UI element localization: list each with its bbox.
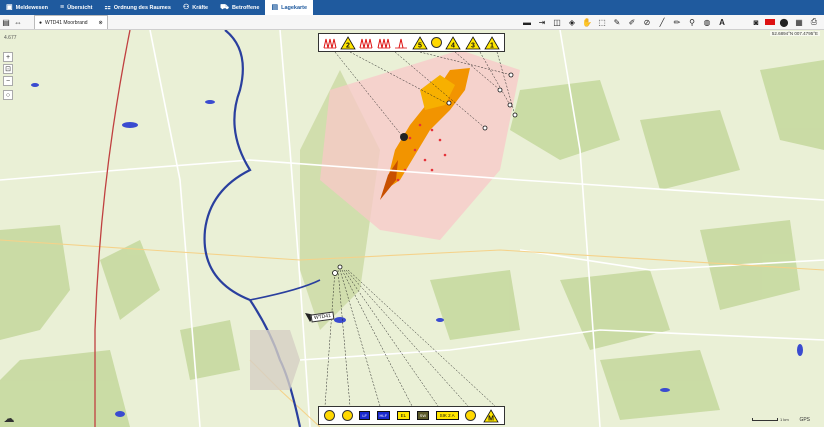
weather-icon[interactable]: ☁ (2, 411, 16, 425)
hand-icon[interactable]: ✋ (581, 16, 593, 28)
unit-symbol-label: HLF (376, 411, 391, 420)
draw-line-icon[interactable]: ✎ (611, 16, 623, 28)
svg-text:5: 5 (418, 42, 422, 49)
nav-tab-label: Lagekarte (281, 4, 308, 11)
fire-symbol-icon[interactable] (359, 37, 373, 49)
nav-tab-betroffene[interactable]: ⛟ Betroffene (214, 0, 265, 15)
fire-symbol-icon[interactable] (323, 37, 337, 49)
unit-circle-symbol[interactable] (431, 37, 443, 48)
warning-triangle-symbol[interactable]: 1 (484, 35, 500, 50)
map-tab[interactable]: ● WTD41 Moorbrand ⊗ (34, 15, 108, 29)
measure-icon[interactable]: ⇔ (12, 16, 24, 28)
pin-icon[interactable]: ⚲ (686, 16, 698, 28)
svg-text:3: 3 (471, 42, 475, 49)
user-icon: ● (39, 19, 43, 26)
coordinate-readout: 52.6894°N 007.4795°E (769, 31, 820, 36)
gps-status[interactable]: GPS (799, 417, 810, 423)
unit-yellow-symbol[interactable]: SIK 2 A (435, 411, 459, 420)
grid-icon[interactable]: ▦ (793, 16, 805, 28)
top-navigation: ▣ Meldewesen ≡ Übersicht ⚏ Ordnung des Raumes… (0, 0, 824, 15)
layers-icon[interactable]: ◈ (566, 16, 578, 28)
zoom-out-button[interactable]: − (3, 76, 13, 86)
list-icon: ≡ (60, 4, 65, 11)
nav-tab-meldewesen[interactable]: ▣ Meldewesen (0, 0, 54, 15)
unit-symbol-label: LF (359, 411, 370, 420)
people-icon: ⚇ (182, 4, 190, 11)
pencil-icon[interactable]: ✏ (671, 16, 683, 28)
unit-symbol-label: SW (416, 411, 430, 420)
nav-tab-label: Kräfte (192, 4, 209, 11)
unit-circle-symbol[interactable] (341, 410, 353, 421)
unit-olive-symbol[interactable]: SW (416, 411, 430, 420)
bottom-tactical-symbol-bar: LF HLF EL SW SIK 2 A M (318, 406, 505, 425)
warning-triangle-symbol[interactable]: M (483, 408, 499, 423)
nav-tab-ordnung-des-raumes[interactable]: ⚏ Ordnung des Raumes (99, 0, 177, 15)
scale-bar-label: 1 km (780, 417, 789, 422)
select-icon[interactable]: ⬚ (596, 16, 608, 28)
warning-triangle-symbol[interactable]: 2 (340, 35, 356, 50)
inbox-icon: ▣ (6, 4, 13, 11)
export-icon[interactable]: ⇥ (536, 16, 548, 28)
hierarchy-icon: ⚏ (104, 4, 111, 11)
lock-icon[interactable]: ⊡ (3, 64, 13, 74)
map-toolbar: ▤ ⇔ ● WTD41 Moorbrand ⊗ ▬ ⇥ ◫ ◈ ✋ ⬚ ✎ ✐ … (0, 15, 824, 30)
eraser-icon[interactable]: ⊘ (641, 16, 653, 28)
nav-tab-lagekarte[interactable]: ▤ Lagekarte (265, 0, 314, 15)
map-canvas[interactable] (0, 30, 824, 427)
svg-text:2: 2 (346, 42, 350, 49)
svg-text:1: 1 (490, 42, 494, 49)
unit-yellow-symbol[interactable]: EL (396, 411, 411, 420)
car-icon: ⛟ (220, 4, 229, 11)
location-pin-icon[interactable]: ⬤ (778, 16, 790, 28)
nav-tab-label: Meldewesen (15, 4, 49, 11)
map-layers-icon[interactable]: ▤ (0, 16, 12, 28)
fire-single-symbol-icon[interactable] (394, 37, 408, 49)
brush-icon[interactable]: ✐ (626, 16, 638, 28)
situation-map[interactable] (0, 30, 824, 427)
warning-triangle-symbol[interactable]: 3 (465, 35, 481, 50)
unit-blue-symbol[interactable]: HLF (376, 411, 391, 420)
fire-symbol-icon[interactable] (377, 37, 391, 49)
close-tab-icon[interactable]: ⊗ (99, 20, 103, 26)
stack-icon[interactable]: ◫ (551, 16, 563, 28)
scale-bar: 1 km (752, 417, 789, 422)
fill-icon[interactable]: ◍ (701, 16, 713, 28)
zoom-in-button[interactable]: + (3, 52, 13, 62)
reset-view-button[interactable]: ○ (3, 90, 13, 100)
screen-icon[interactable]: ▬ (521, 16, 533, 28)
unit-symbol-label: SIK 2 A (435, 411, 459, 420)
top-tactical-symbol-bar: 2 5 4 3 1 (318, 33, 505, 52)
nav-tab-kräfte[interactable]: ⚇ Kräfte (177, 0, 214, 15)
map-tab-title: WTD41 Moorbrand (45, 19, 88, 26)
warning-triangle-symbol[interactable]: 4 (445, 35, 462, 50)
pen-icon[interactable]: ╱ (656, 16, 668, 28)
svg-text:4: 4 (451, 42, 455, 49)
camera-icon[interactable]: ◙ (750, 16, 762, 28)
unit-symbol-label: EL (396, 411, 411, 420)
record-indicator[interactable] (765, 19, 775, 25)
warning-triangle-symbol[interactable]: 5 (411, 35, 428, 50)
nav-tab-label: Betroffene (231, 4, 260, 11)
print-icon[interactable]: ⎙ (808, 16, 820, 28)
map-scale-indicator: 4.677 (4, 35, 17, 41)
unit-circle-symbol[interactable] (465, 410, 477, 421)
unit-circle-symbol[interactable] (324, 410, 336, 421)
text-icon[interactable]: A (716, 16, 728, 28)
nav-tab-label: Übersicht (67, 4, 93, 11)
nav-tab-label: Ordnung des Raumes (113, 4, 171, 11)
nav-tab-übersicht[interactable]: ≡ Übersicht (54, 0, 98, 15)
svg-text:M: M (488, 415, 494, 422)
unit-blue-symbol[interactable]: LF (359, 411, 370, 420)
map-icon: ▤ (271, 4, 279, 11)
